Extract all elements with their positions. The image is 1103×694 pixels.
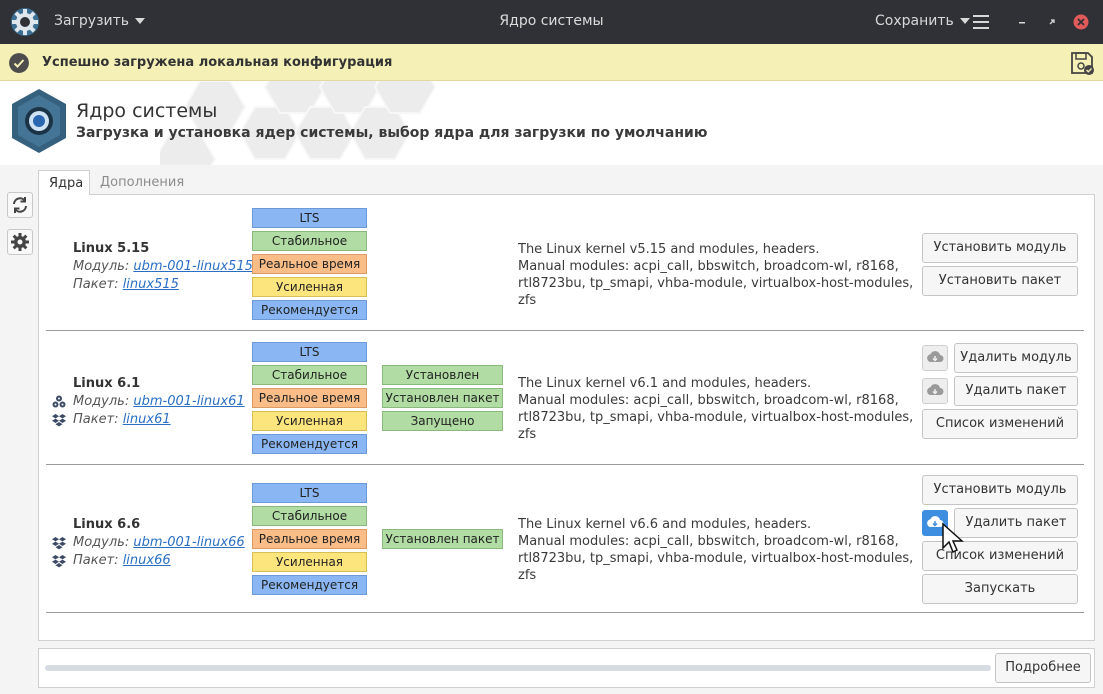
progress-bar [45, 665, 991, 671]
kernel-row: Linux 6.1 Модуль: ubm-001-linux61 Пакет:… [46, 331, 1084, 465]
status-module-installed: Установлен модуль [382, 365, 503, 400]
package-link[interactable]: linux66 [123, 553, 171, 568]
kernel-description: The Linux kernel v6.1 and modules, heade… [518, 375, 918, 443]
hexagon-background [160, 81, 437, 165]
status-package-installed: Установлен пакет [382, 388, 503, 408]
tag-hardened: Усиленная защита [252, 552, 367, 587]
package-prefix: Пакет: [73, 277, 119, 292]
desc-line: Manual modules: acpi_call, bbswitch, bro… [518, 259, 899, 274]
cloud-download-button[interactable] [922, 345, 948, 371]
desc-line: Manual modules: acpi_call, bbswitch, bro… [518, 534, 899, 549]
settings-button[interactable] [7, 229, 33, 255]
status-running: Запущено [382, 411, 503, 431]
kernel-row: Linux 6.6 Модуль: ubm-001-linux66 Пакет:… [46, 465, 1084, 613]
package-icon [52, 414, 66, 427]
details-button[interactable]: Подробнее [995, 653, 1091, 683]
save-menu-label: Сохранить [875, 13, 954, 29]
tag-recommended: Рекомендуется [252, 575, 367, 595]
page-header: Ядро системы Загрузка и установка ядер с… [0, 81, 1103, 165]
notification-text: Успешно загружена локальная конфигурация [42, 55, 393, 70]
page-subtitle: Загрузка и установка ядер системы, выбор… [76, 125, 708, 141]
package-prefix: Пакет: [73, 412, 119, 427]
kernel-description: The Linux kernel v6.6 and modules, heade… [518, 516, 918, 584]
kernel-package-line: Пакет: linux515 [73, 277, 179, 292]
hamburger-menu-icon[interactable] [973, 15, 989, 29]
kernel-description: The Linux kernel v5.15 and modules, head… [518, 241, 918, 309]
minimize-icon[interactable] [1014, 14, 1030, 30]
run-button[interactable]: Запускать [922, 574, 1078, 604]
check-circle-icon [9, 53, 29, 73]
install-package-button[interactable]: Установить пакет [922, 266, 1078, 296]
tag-lts: LTS [252, 483, 367, 503]
desc-line: rtl8723bu, tp_smapi, vhba-module, virtua… [518, 410, 914, 442]
chevron-down-icon [959, 18, 970, 24]
kernel-module-line: Модуль: ubm-001-linux515 [73, 259, 253, 274]
tab-kernels[interactable]: Ядра [38, 170, 90, 195]
package-icon [52, 537, 66, 550]
package-link[interactable]: linux61 [123, 412, 171, 427]
desc-line: rtl8723bu, tp_smapi, vhba-module, virtua… [518, 551, 914, 583]
remove-package-button[interactable]: Удалить пакет [954, 376, 1078, 406]
install-module-button[interactable]: Установить модуль [922, 475, 1078, 505]
modules-icon [52, 395, 66, 408]
close-icon[interactable] [1073, 14, 1089, 30]
save-menu[interactable]: Сохранить [875, 13, 970, 29]
desc-line: The Linux kernel v5.15 and modules, head… [518, 242, 820, 257]
remove-module-button[interactable]: Удалить модуль [954, 343, 1078, 373]
kernel-module-line: Модуль: ubm-001-linux61 [73, 394, 245, 409]
module-prefix: Модуль: [73, 394, 130, 409]
mouse-cursor-icon [942, 522, 964, 554]
title-bar: Загрузить Ядро системы Сохранить [0, 0, 1103, 44]
desc-line: The Linux kernel v6.6 and modules, heade… [518, 517, 812, 532]
save-config-icon[interactable] [1069, 50, 1095, 76]
cloud-download-button[interactable] [922, 378, 948, 404]
remove-package-button[interactable]: Удалить пакет [954, 508, 1078, 538]
tag-stable: Стабильное [252, 365, 367, 385]
kernel-list-panel: Linux 5.15 Модуль: ubm-001-linux515 Паке… [38, 194, 1095, 641]
tag-realtime: Реальное время [252, 388, 367, 408]
module-prefix: Модуль: [73, 535, 130, 550]
install-module-button[interactable]: Установить модуль [922, 233, 1078, 263]
tag-realtime: Реальное время [252, 254, 367, 274]
maximize-icon[interactable] [1044, 14, 1060, 30]
package-icon [52, 555, 66, 568]
tag-lts: LTS [252, 342, 367, 362]
package-prefix: Пакет: [73, 553, 119, 568]
tag-stable: Стабильное [252, 506, 367, 526]
cloud-download-icon [927, 351, 944, 362]
kernel-package-line: Пакет: linux61 [73, 412, 171, 427]
tag-recommended: Рекомендуется [252, 434, 367, 454]
kernel-row: Linux 5.15 Модуль: ubm-001-linux515 Паке… [46, 195, 1084, 331]
kernel-package-line: Пакет: linux66 [73, 553, 171, 568]
page-title: Ядро системы [76, 100, 218, 122]
desc-line: Manual modules: acpi_call, bbswitch, bro… [518, 393, 899, 408]
kernel-module-line: Модуль: ubm-001-linux66 [73, 535, 245, 550]
kernel-name: Linux 6.1 [73, 376, 141, 391]
kernel-name: Linux 5.15 [73, 241, 150, 256]
package-link[interactable]: linux515 [123, 277, 179, 292]
refresh-icon [13, 197, 27, 213]
module-link[interactable]: ubm-001-linux515 [133, 259, 253, 274]
tag-stable: Стабильное [252, 231, 367, 251]
tag-lts: LTS [252, 208, 367, 228]
tag-hardened: Усиленная защита [252, 277, 367, 312]
gear-icon [11, 233, 29, 251]
status-package-installed: Установлен пакет [382, 529, 503, 549]
module-link[interactable]: ubm-001-linux66 [133, 535, 244, 550]
module-prefix: Модуль: [73, 259, 130, 274]
module-link[interactable]: ubm-001-linux61 [133, 394, 244, 409]
kernel-name: Linux 6.6 [73, 517, 141, 532]
desc-line: The Linux kernel v6.1 and modules, heade… [518, 376, 812, 391]
notification-bar: Успешно загружена локальная конфигурация [0, 44, 1103, 81]
changelog-button[interactable]: Список изменений [922, 409, 1078, 439]
refresh-button[interactable] [7, 192, 33, 218]
desc-line: rtl8723bu, tp_smapi, vhba-module, virtua… [518, 276, 914, 308]
tag-hardened: Усиленная защита [252, 411, 367, 446]
bottom-bar: Подробнее [38, 648, 1095, 688]
tag-recommended: Рекомендуется [252, 300, 367, 320]
kernel-logo-icon [12, 89, 66, 153]
tag-realtime: Реальное время [252, 529, 367, 549]
tab-extras[interactable]: Дополнения [90, 170, 194, 195]
cloud-download-icon [927, 384, 944, 395]
